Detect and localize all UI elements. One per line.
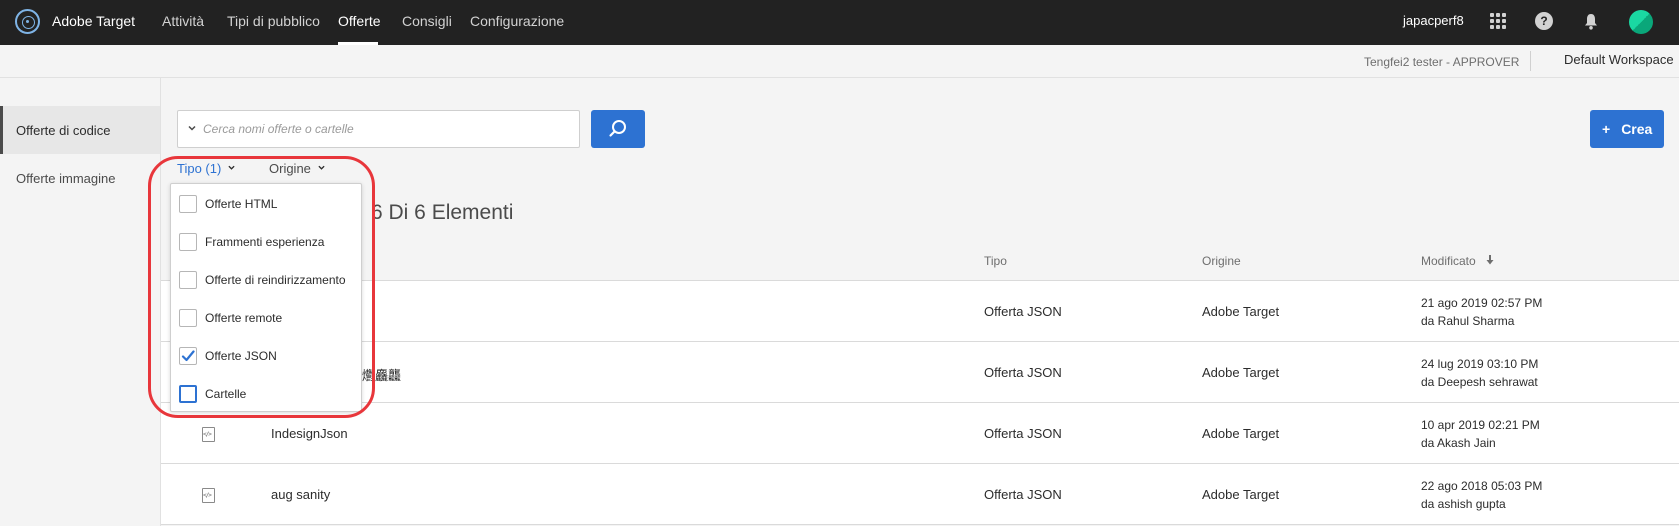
search-scope-chevron-down-icon[interactable] — [188, 124, 196, 132]
brand-name[interactable]: Adobe Target — [52, 13, 135, 29]
offer-origin: Adobe Target — [1202, 487, 1280, 502]
filter-tipo[interactable]: Tipo (1) — [177, 161, 235, 176]
column-header-tipo[interactable]: Tipo — [984, 254, 1007, 268]
table-row[interactable]: aug sanity Offerta JSON Adobe Target 22 … — [161, 464, 1679, 525]
divider — [1530, 51, 1531, 71]
offer-modified-date: 24 lug 2019 03:10 PM — [1421, 357, 1539, 371]
workspace-selector[interactable]: Default Workspace — [1564, 52, 1674, 67]
dropdown-item-label: Frammenti esperienza — [205, 235, 325, 249]
sidebar-item-offerte-di-codice[interactable]: Offerte di codice — [0, 106, 160, 154]
offer-type: Offerta JSON — [984, 426, 1062, 441]
filter-origine[interactable]: Origine — [269, 161, 325, 176]
dropdown-item-label: Cartelle — [205, 387, 247, 401]
adobe-target-logo-icon[interactable] — [15, 9, 40, 34]
search-box[interactable] — [177, 110, 580, 148]
offer-name[interactable]: aug sanity — [271, 487, 330, 502]
offer-origin: Adobe Target — [1202, 365, 1280, 380]
checkbox[interactable] — [179, 309, 197, 327]
offer-type: Offerta JSON — [984, 304, 1062, 319]
code-offer-icon — [202, 427, 215, 442]
column-header-modificato[interactable]: Modificato — [1421, 254, 1495, 268]
column-header-modificato-label: Modificato — [1421, 254, 1476, 268]
offer-origin: Adobe Target — [1202, 304, 1280, 319]
nav-item-attivita[interactable]: Attività — [162, 13, 204, 29]
tipo-filter-dropdown: Offerte HTML Frammenti esperienza Offert… — [170, 183, 362, 412]
dropdown-item-offerte-json[interactable]: Offerte JSON — [171, 336, 361, 374]
dropdown-item-label: Offerte remote — [205, 311, 283, 325]
dropdown-item-label: Offerte HTML — [205, 197, 278, 211]
offer-type: Offerta JSON — [984, 365, 1062, 380]
filter-origine-label: Origine — [269, 161, 311, 176]
workspace-bar: Tengfei2 tester - APPROVER Default Works… — [0, 45, 1679, 78]
offer-modified-date: 10 apr 2019 02:21 PM — [1421, 418, 1540, 432]
checkbox[interactable] — [179, 385, 197, 403]
dropdown-item-offerte-remote[interactable]: Offerte remote — [171, 298, 361, 336]
table-row[interactable]: IndesignJson Offerta JSON Adobe Target 1… — [161, 403, 1679, 464]
dropdown-item-label: Offerte di reindirizzamento — [205, 273, 346, 287]
create-button-label: Crea — [1621, 121, 1653, 137]
items-count-title: 6 Di 6 Elementi — [371, 201, 514, 224]
user-name[interactable]: japacperf8 — [1403, 13, 1464, 28]
sidebar-item-offerte-immagine[interactable]: Offerte immagine — [0, 154, 160, 202]
offer-modified-by: da ashish gupta — [1421, 497, 1506, 511]
code-offer-icon — [202, 488, 215, 503]
top-navigation-bar: Adobe Target Attività Tipi di pubblico O… — [0, 0, 1679, 45]
user-avatar[interactable] — [1629, 10, 1653, 34]
checkbox[interactable] — [179, 195, 197, 213]
offer-name[interactable]: IndesignJson — [271, 426, 348, 441]
search-icon — [609, 120, 626, 137]
checkbox-checked[interactable] — [179, 347, 197, 365]
column-header-origine[interactable]: Origine — [1202, 254, 1241, 268]
offer-modified-by: da Akash Jain — [1421, 436, 1496, 450]
offer-modified-date: 22 ago 2018 05:03 PM — [1421, 479, 1543, 493]
nav-item-offerte[interactable]: Offerte — [338, 13, 381, 29]
offer-origin: Adobe Target — [1202, 426, 1280, 441]
chevron-down-icon — [228, 165, 235, 170]
checkbox[interactable] — [179, 233, 197, 251]
notifications-bell-icon[interactable] — [1584, 13, 1598, 30]
checkmark-icon — [181, 350, 195, 362]
offer-modified-date: 21 ago 2019 02:57 PM — [1421, 296, 1543, 310]
dropdown-item-offerte-di-reindirizzamento[interactable]: Offerte di reindirizzamento — [171, 260, 361, 298]
dropdown-item-frammenti-esperienza[interactable]: Frammenti esperienza — [171, 222, 361, 260]
offer-type: Offerta JSON — [984, 487, 1062, 502]
nav-item-consigli[interactable]: Consigli — [402, 13, 452, 29]
dropdown-item-cartelle[interactable]: Cartelle — [171, 374, 361, 412]
main-content: + Crea Tipo (1) Origine 6 Di 6 Elementi T… — [161, 78, 1679, 526]
plus-icon: + — [1602, 121, 1611, 137]
sort-descending-arrow-icon[interactable] — [1485, 255, 1495, 266]
checkbox[interactable] — [179, 271, 197, 289]
nav-item-configurazione[interactable]: Configurazione — [470, 13, 564, 29]
filter-tipo-label: Tipo (1) — [177, 161, 222, 176]
create-button[interactable]: + Crea — [1590, 110, 1664, 148]
chevron-down-icon — [318, 165, 325, 170]
table-row[interactable]: Offerta JSON Adobe Target 21 ago 2019 02… — [161, 281, 1679, 342]
dropdown-item-label: Offerte JSON — [205, 349, 277, 363]
help-icon[interactable]: ? — [1535, 12, 1553, 30]
offer-modified-by: da Rahul Sharma — [1421, 314, 1515, 328]
search-button[interactable] — [591, 110, 645, 148]
sidebar: Offerte di codice Offerte immagine — [0, 78, 161, 526]
search-input[interactable] — [203, 120, 573, 138]
nav-item-tipi-di-pubblico[interactable]: Tipi di pubblico — [227, 13, 320, 29]
table-row[interactable]: 靐齉齾龘龖龗鱻爩麤龘 Offerta JSON Adobe Target 24 … — [161, 342, 1679, 403]
user-role-label: Tengfei2 tester - APPROVER — [1364, 55, 1520, 69]
apps-grid-icon[interactable] — [1490, 13, 1506, 29]
offer-modified-by: da Deepesh sehrawat — [1421, 375, 1538, 389]
dropdown-item-offerte-html[interactable]: Offerte HTML — [171, 184, 361, 222]
